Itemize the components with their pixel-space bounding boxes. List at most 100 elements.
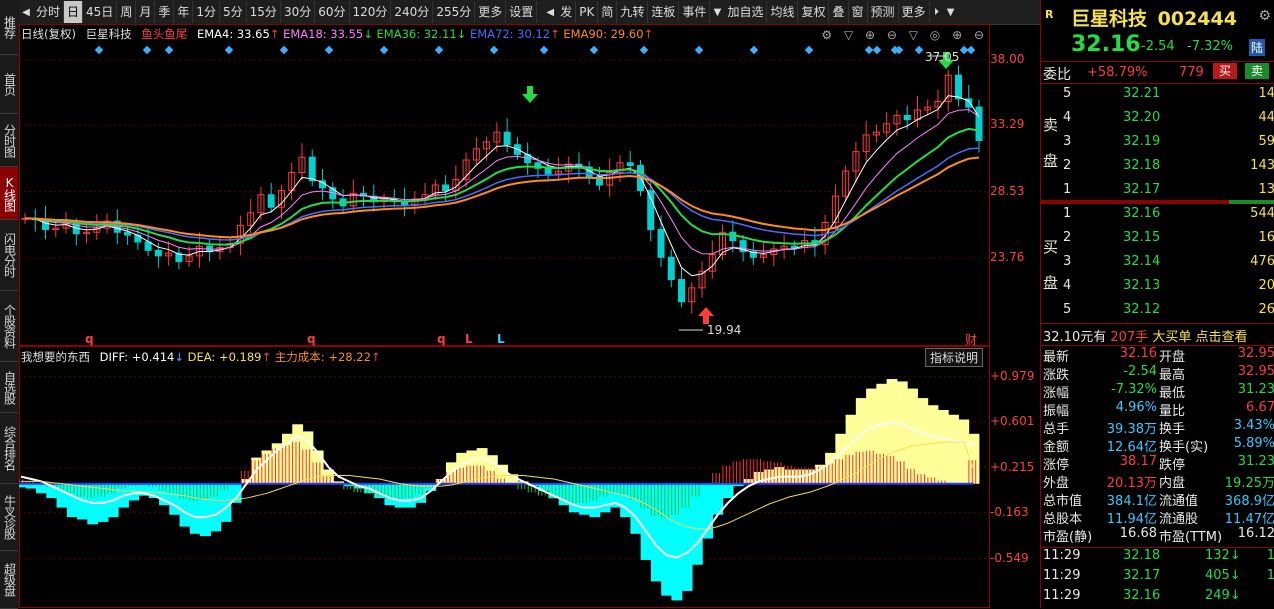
tool2-1[interactable]: 均线	[767, 1, 799, 23]
period-12[interactable]: 120分	[350, 1, 392, 23]
bid-volume: 26	[1258, 302, 1274, 317]
kline-chart[interactable]: q q q L L 日线(复权) 巨星科技 鱼头鱼尾 EMA4: 33.65↑ EMA1…	[19, 24, 1040, 347]
left-nav-item-2[interactable]: 分时图	[0, 114, 18, 167]
left-nav-item-4[interactable]: 闪电分时	[0, 220, 18, 291]
macd-area-neg-18	[200, 483, 211, 537]
legend-indicator[interactable]: 鱼头鱼尾	[141, 27, 187, 41]
ask-row-3: 2 32.18 143	[1041, 158, 1274, 178]
period-8[interactable]: 5分	[220, 1, 247, 23]
stats-table: 最新 32.16 开盘 32.95 涨跌 -2.54 最高 32.95 涨幅 -7.32% 最低 31…	[1041, 346, 1274, 546]
left-nav-item-1[interactable]: 首页	[0, 55, 18, 114]
stat-value-2: 3.43%	[1233, 418, 1274, 433]
tool2-2[interactable]: 复权	[798, 1, 830, 23]
stat-value: 16.68	[1119, 526, 1157, 541]
signal-marker-4: L	[497, 332, 505, 346]
candle-body-41	[442, 184, 450, 192]
tool-4[interactable]: 连板	[648, 1, 680, 23]
tool2-0[interactable]: 加自选	[724, 1, 768, 23]
period-7[interactable]: 1分	[193, 1, 221, 23]
period-1[interactable]: 日	[64, 1, 84, 23]
big-order-text[interactable]: 大买单 点击查看	[1152, 330, 1247, 345]
stats-row-0: 最新 32.16 开盘 32.95	[1041, 346, 1274, 365]
left-nav-item-5[interactable]: 个股资料	[0, 291, 18, 362]
macd-area-neg-11	[128, 483, 140, 501]
left-nav-item-6[interactable]: 自选股	[0, 362, 18, 413]
macd-area-neg-54	[568, 483, 580, 513]
stat-value: 20.13万	[1106, 476, 1157, 491]
stat-key-2: 最低	[1159, 386, 1186, 401]
stat-key: 总市值	[1043, 494, 1083, 509]
left-nav-item-7[interactable]: 综合排名	[0, 413, 18, 484]
dropdown-icon[interactable]: ▼	[710, 1, 724, 23]
candle-body-12	[144, 241, 152, 251]
ask-row-1: 4 32.20 44	[1041, 110, 1274, 130]
ask-bid-bar	[1041, 200, 1229, 204]
bid-level: 5	[1063, 302, 1072, 317]
period-5[interactable]: 季	[155, 1, 175, 23]
period-10[interactable]: 30分	[281, 1, 316, 23]
period-16[interactable]: 设置	[506, 1, 538, 23]
period-4[interactable]: 月	[136, 1, 156, 23]
period-2[interactable]: 45日	[83, 1, 118, 23]
period-14[interactable]: 255分	[433, 1, 476, 23]
period-0[interactable]: 分时	[33, 1, 65, 23]
tool2-5[interactable]: 预测	[868, 1, 899, 23]
tick-count: 1	[1266, 548, 1274, 563]
ask-level: 3	[1063, 134, 1072, 149]
period-6[interactable]: 年	[174, 1, 194, 23]
macd-area-neg-61	[640, 483, 652, 560]
candle-body-69	[729, 231, 737, 242]
tool2-3[interactable]: 叠	[829, 1, 849, 23]
stat-key: 最新	[1043, 350, 1070, 365]
legend-stock-name: 巨星科技	[85, 27, 132, 41]
collapse-panel-icon[interactable]: ⏵	[930, 1, 944, 23]
diamond-marker-2	[164, 45, 174, 55]
tool2-4[interactable]: 窗	[849, 1, 868, 23]
back-icon[interactable]: ◀	[19, 1, 33, 23]
buy-button[interactable]: 买	[1213, 63, 1237, 79]
left-nav: 推荐 首页 分时图 K线图 闪电分时 个股资料 自选股 综合排名 牛叉诊股 超级盘	[0, 0, 20, 609]
arrow-left-icon[interactable]: ◀	[543, 1, 557, 23]
tick-price: 32.16	[1123, 588, 1161, 603]
dropdown-more-icon[interactable]: ▼	[944, 1, 958, 23]
macd-area-neg-62	[650, 483, 662, 582]
sell-button[interactable]: 卖	[1245, 63, 1269, 79]
macd-area-neg-65	[681, 483, 693, 591]
stat-key: 金额	[1043, 440, 1070, 455]
macd-area-pos-88	[917, 398, 929, 484]
stat-value-2: 16.12	[1237, 526, 1274, 541]
period-11[interactable]: 60分	[315, 1, 350, 23]
ask-volume: 14	[1258, 86, 1274, 101]
big-order-row[interactable]: 32.10元有 207手 大买单 点击查看	[1043, 326, 1247, 345]
sub-indicator-name[interactable]: 我想要的东西	[21, 350, 90, 364]
period-15[interactable]: 更多	[475, 1, 507, 23]
tool-3[interactable]: 九转	[617, 1, 649, 23]
macd-chart[interactable]: 我想要的东西 DIFF: +0.414↓ DEA: +0.189↑ 主力成本: …	[19, 346, 1040, 608]
tool2-6[interactable]: 更多	[899, 1, 930, 23]
left-nav-item-0[interactable]: 推荐	[0, 0, 18, 55]
tool-5[interactable]: 事件	[679, 1, 711, 23]
macd-tick-3: -0.163	[990, 504, 1029, 519]
candle-body-51	[544, 167, 552, 175]
chart-tool-icons[interactable]: ⚙ ▽ ⊕ ⊖ ▽ ◎ ⊕ ⊖	[821, 28, 988, 42]
weibi-label: 委比	[1043, 67, 1071, 83]
left-nav-item-8[interactable]: 牛叉诊股	[0, 484, 18, 551]
stat-value-2: 32.95	[1237, 364, 1274, 379]
left-nav-item-3[interactable]: K线图	[0, 167, 18, 220]
tool-0[interactable]: 发	[557, 1, 577, 23]
tool-1[interactable]: PK	[576, 1, 599, 23]
macd-area-pos-44	[466, 450, 478, 484]
period-9[interactable]: 15分	[247, 1, 281, 23]
legend-ema36: EMA36: 32.11	[376, 27, 457, 41]
candle-body-64	[678, 279, 686, 303]
high-label: 37.05	[925, 50, 960, 64]
tool-2[interactable]: 简	[598, 1, 618, 23]
macd-area-pos-74	[773, 467, 785, 484]
settings-gear-icon[interactable]: ⚙	[1258, 8, 1271, 24]
indicator-help-button[interactable]: 指标说明	[925, 348, 984, 367]
period-3[interactable]: 周	[117, 1, 137, 23]
ask-volume: 13	[1258, 182, 1274, 197]
period-13[interactable]: 240分	[391, 1, 434, 23]
left-nav-item-9[interactable]: 超级盘	[0, 551, 18, 609]
stat-value-2: 19.25万	[1224, 476, 1274, 491]
